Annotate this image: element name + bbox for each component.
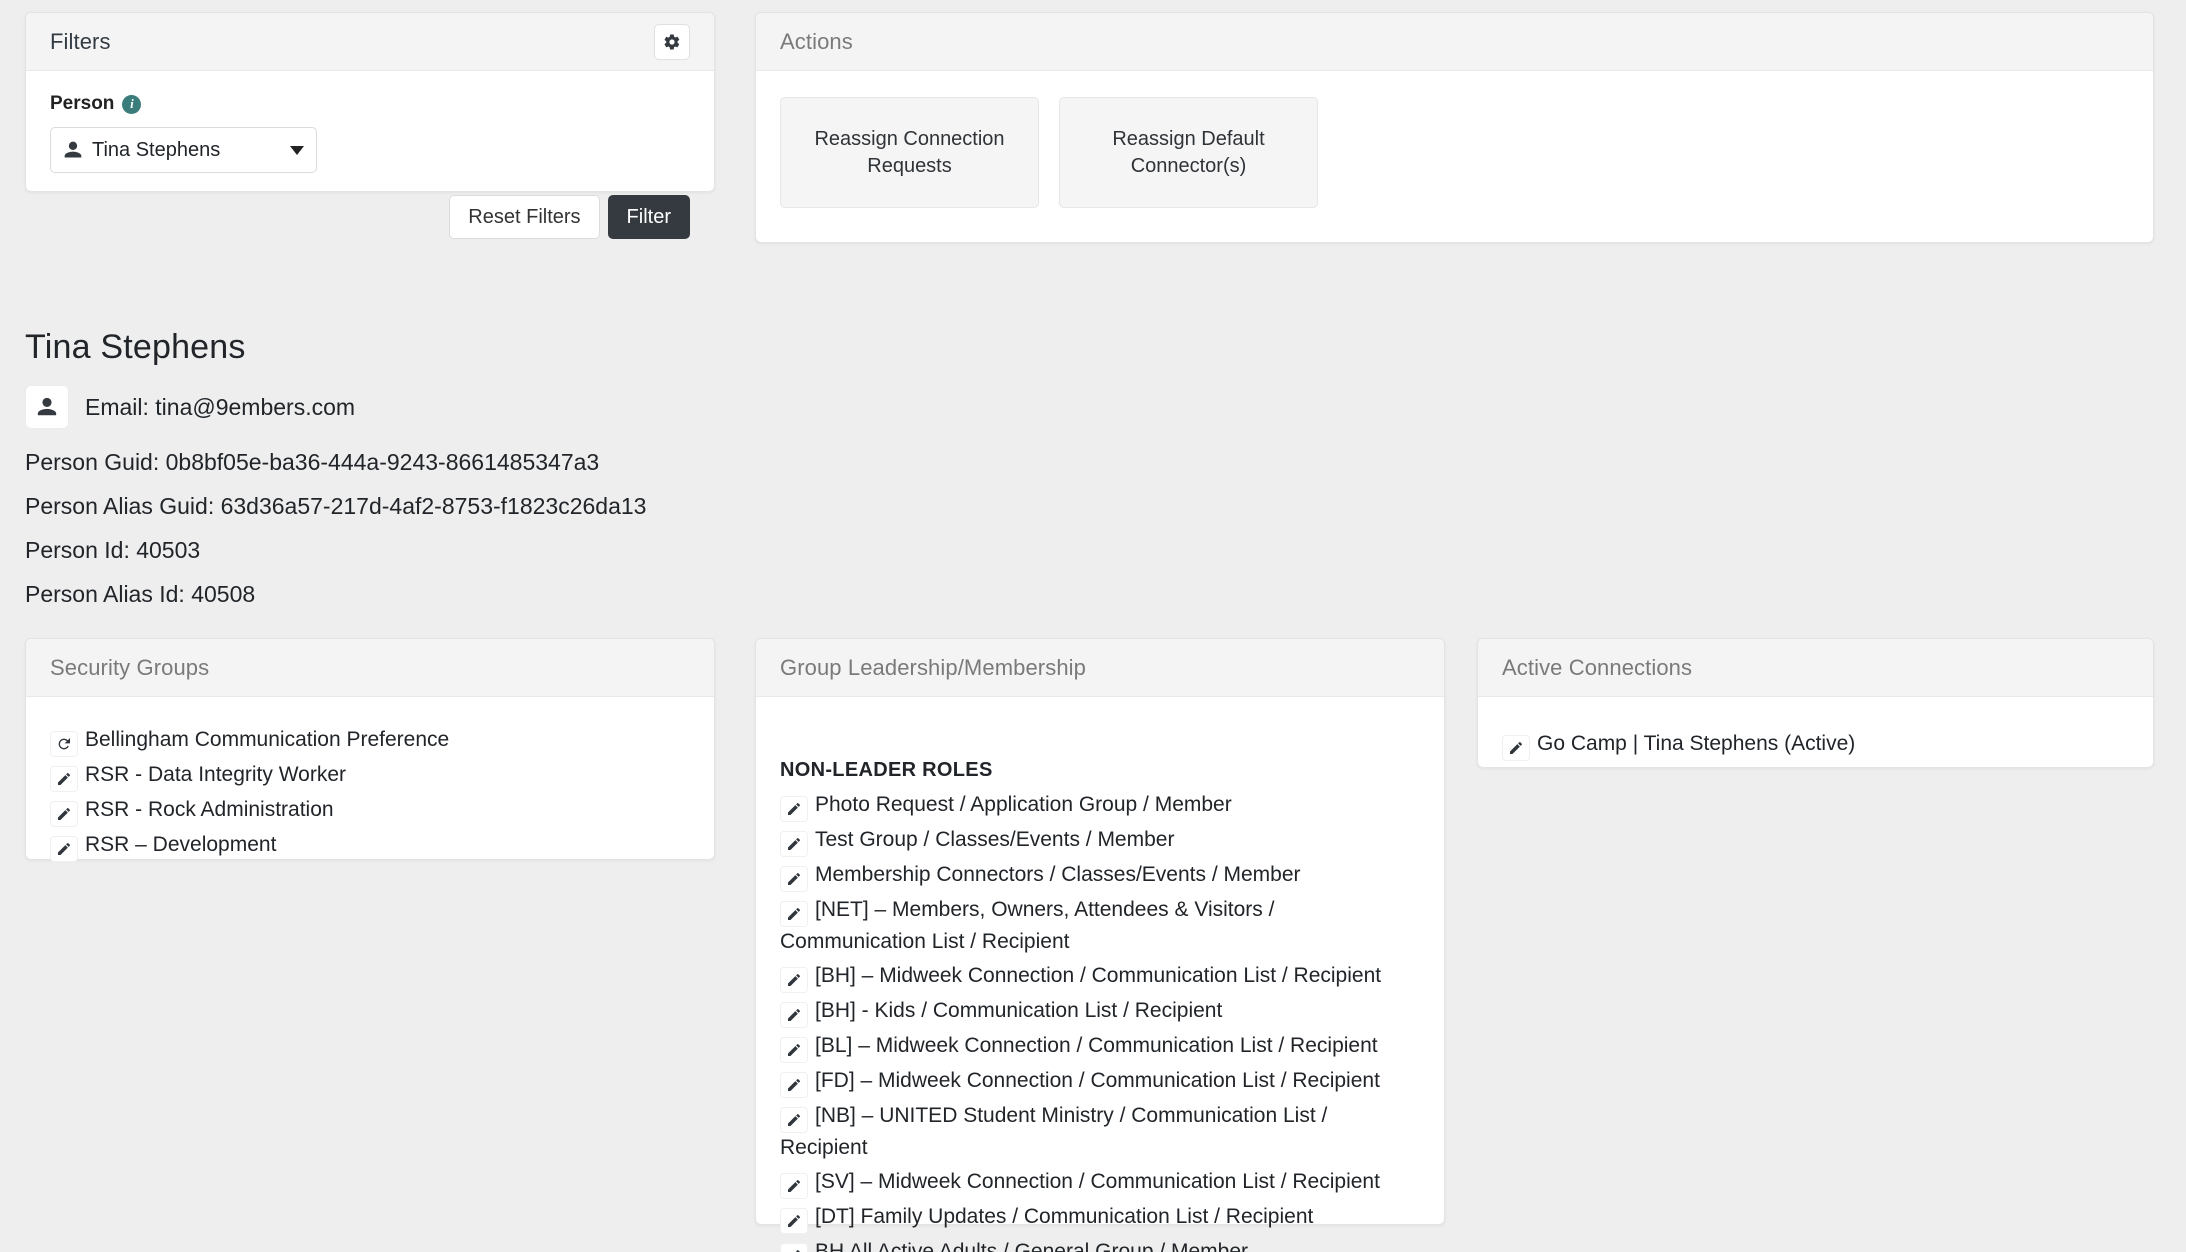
group-membership-item[interactable]: [FD] – Midweek Connection / Communicatio… bbox=[780, 1066, 1420, 1098]
group-membership-item-label: [NET] – Members, Owners, Attendees & Vis… bbox=[780, 898, 1274, 953]
group-membership-item-label: Membership Connectors / Classes/Events /… bbox=[815, 863, 1301, 886]
security-groups-panel: Security Groups Bellingham Communication… bbox=[25, 638, 715, 860]
group-membership-item[interactable]: [NET] – Members, Owners, Attendees & Vis… bbox=[780, 895, 1420, 958]
group-membership-item[interactable]: BH All Active Adults / General Group / M… bbox=[780, 1237, 1420, 1252]
group-membership-item[interactable]: Photo Request / Application Group / Memb… bbox=[780, 790, 1420, 822]
person-label-text: Person bbox=[50, 93, 114, 115]
group-membership-item-label: Test Group / Classes/Events / Member bbox=[815, 828, 1174, 851]
group-membership-item[interactable]: [BH] - Kids / Communication List / Recip… bbox=[780, 996, 1420, 1028]
active-connections-list: Go Camp | Tina Stephens (Active) bbox=[1502, 729, 2129, 761]
group-membership-item-label: [SV] – Midweek Connection / Communicatio… bbox=[815, 1170, 1380, 1193]
active-connections-header: Active Connections bbox=[1478, 639, 2153, 697]
group-membership-item-label: [DT] Family Updates / Communication List… bbox=[815, 1205, 1313, 1228]
person-details: Tina Stephens Email: tina@9embers.com Pe… bbox=[25, 328, 1025, 625]
email-value: Email: tina@9embers.com bbox=[85, 394, 355, 421]
security-groups-header: Security Groups bbox=[26, 639, 714, 697]
filters-panel-title: Filters bbox=[50, 29, 111, 55]
group-leadership-header: Group Leadership/Membership bbox=[756, 639, 1444, 697]
person-guid: Person Guid: 0b8bf05e-ba36-444a-9243-866… bbox=[25, 449, 1025, 476]
page-root: Filters Person i Tina Stephens Reset Fil… bbox=[0, 0, 2186, 1252]
security-group-item-label: RSR - Data Integrity Worker bbox=[85, 763, 346, 786]
reassign-default-connectors-button[interactable]: Reassign Default Connector(s) bbox=[1059, 97, 1318, 208]
person-icon bbox=[63, 140, 83, 160]
person-select-value: Tina Stephens bbox=[83, 139, 284, 162]
group-membership-item[interactable]: [BH] – Midweek Connection / Communicatio… bbox=[780, 961, 1420, 993]
security-groups-list: Bellingham Communication Preference RSR -… bbox=[50, 725, 690, 862]
active-connections-body: Go Camp | Tina Stephens (Active) bbox=[1478, 697, 2153, 788]
security-group-item[interactable]: Bellingham Communication Preference bbox=[50, 725, 690, 757]
non-leader-roles-label: NON-LEADER ROLES bbox=[780, 759, 1420, 782]
refresh-icon[interactable] bbox=[50, 731, 78, 757]
group-membership-item-label: [BH] – Midweek Connection / Communicatio… bbox=[815, 964, 1381, 987]
person-select[interactable]: Tina Stephens bbox=[50, 127, 317, 173]
page-title: Tina Stephens bbox=[25, 328, 1025, 367]
filter-button[interactable]: Filter bbox=[608, 195, 690, 239]
group-membership-item-label: Photo Request / Application Group / Memb… bbox=[815, 793, 1232, 816]
group-membership-item[interactable]: Test Group / Classes/Events / Member bbox=[780, 825, 1420, 857]
security-groups-title: Security Groups bbox=[50, 655, 209, 681]
pencil-icon[interactable] bbox=[780, 1072, 808, 1098]
pencil-icon[interactable] bbox=[50, 836, 78, 862]
pencil-icon[interactable] bbox=[780, 1107, 808, 1133]
group-leadership-body: NON-LEADER ROLES Photo Request / Applica… bbox=[756, 697, 1444, 1252]
group-membership-item[interactable]: [SV] – Midweek Connection / Communicatio… bbox=[780, 1167, 1420, 1199]
pencil-icon[interactable] bbox=[780, 831, 808, 857]
person-field-label: Person i bbox=[50, 93, 690, 115]
security-group-item-label: Bellingham Communication Preference bbox=[85, 728, 449, 751]
active-connections-title: Active Connections bbox=[1502, 655, 1692, 681]
email-row: Email: tina@9embers.com bbox=[25, 385, 1025, 429]
group-membership-item-label: [NB] – UNITED Student Ministry / Communi… bbox=[780, 1104, 1327, 1159]
pencil-icon[interactable] bbox=[780, 1208, 808, 1234]
group-membership-item-label: [FD] – Midweek Connection / Communicatio… bbox=[815, 1069, 1380, 1092]
filters-panel-body: Person i Tina Stephens Reset Filters Fil… bbox=[26, 71, 714, 259]
security-group-item-label: RSR - Rock Administration bbox=[85, 798, 334, 821]
actions-panel: Actions Reassign Connection Requests Rea… bbox=[755, 12, 2154, 243]
group-membership-item-label: [BL] – Midweek Connection / Communicatio… bbox=[815, 1034, 1378, 1057]
group-membership-item-label: [BH] - Kids / Communication List / Recip… bbox=[815, 999, 1222, 1022]
group-leadership-title: Group Leadership/Membership bbox=[780, 655, 1086, 681]
group-leadership-panel: Group Leadership/Membership NON-LEADER R… bbox=[755, 638, 1445, 1225]
actions-panel-title: Actions bbox=[780, 29, 853, 55]
actions-panel-header: Actions bbox=[756, 13, 2153, 71]
pencil-icon[interactable] bbox=[50, 766, 78, 792]
active-connection-item-label: Go Camp | Tina Stephens (Active) bbox=[1537, 732, 1855, 755]
chevron-down-icon bbox=[290, 146, 304, 155]
pencil-icon[interactable] bbox=[780, 967, 808, 993]
security-groups-body: Bellingham Communication Preference RSR -… bbox=[26, 697, 714, 889]
group-membership-item[interactable]: [NB] – UNITED Student Ministry / Communi… bbox=[780, 1101, 1420, 1164]
actions-panel-body: Reassign Connection Requests Reassign De… bbox=[756, 71, 2153, 234]
settings-button[interactable] bbox=[654, 24, 690, 60]
pencil-icon[interactable] bbox=[780, 1243, 808, 1252]
gear-icon bbox=[663, 33, 681, 51]
pencil-icon[interactable] bbox=[780, 1002, 808, 1028]
group-membership-item-label: BH All Active Adults / General Group / M… bbox=[815, 1240, 1248, 1252]
reset-filters-button[interactable]: Reset Filters bbox=[449, 195, 599, 239]
security-group-item-label: RSR – Development bbox=[85, 833, 276, 856]
filters-button-row: Reset Filters Filter bbox=[50, 195, 690, 239]
pencil-icon[interactable] bbox=[780, 796, 808, 822]
filters-panel: Filters Person i Tina Stephens Reset Fil… bbox=[25, 12, 715, 192]
pencil-icon[interactable] bbox=[1502, 735, 1530, 761]
group-membership-item[interactable]: [BL] – Midweek Connection / Communicatio… bbox=[780, 1031, 1420, 1063]
filters-panel-header: Filters bbox=[26, 13, 714, 71]
security-group-item[interactable]: RSR – Development bbox=[50, 830, 690, 862]
active-connections-panel: Active Connections Go Camp | Tina Stephe… bbox=[1477, 638, 2154, 768]
pencil-icon[interactable] bbox=[780, 901, 808, 927]
pencil-icon[interactable] bbox=[780, 866, 808, 892]
person-id: Person Id: 40503 bbox=[25, 537, 1025, 564]
pencil-icon[interactable] bbox=[50, 801, 78, 827]
person-alias-guid: Person Alias Guid: 63d36a57-217d-4af2-87… bbox=[25, 493, 1025, 520]
reassign-connection-requests-button[interactable]: Reassign Connection Requests bbox=[780, 97, 1039, 208]
group-membership-item[interactable]: Membership Connectors / Classes/Events /… bbox=[780, 860, 1420, 892]
person-alias-id: Person Alias Id: 40508 bbox=[25, 581, 1025, 608]
pencil-icon[interactable] bbox=[780, 1173, 808, 1199]
avatar bbox=[25, 385, 69, 429]
group-leadership-list: Photo Request / Application Group / Memb… bbox=[780, 790, 1420, 1252]
group-membership-item[interactable]: [DT] Family Updates / Communication List… bbox=[780, 1202, 1420, 1234]
info-icon[interactable]: i bbox=[122, 95, 141, 114]
security-group-item[interactable]: RSR - Data Integrity Worker bbox=[50, 760, 690, 792]
security-group-item[interactable]: RSR - Rock Administration bbox=[50, 795, 690, 827]
active-connection-item[interactable]: Go Camp | Tina Stephens (Active) bbox=[1502, 729, 2129, 761]
pencil-icon[interactable] bbox=[780, 1037, 808, 1063]
